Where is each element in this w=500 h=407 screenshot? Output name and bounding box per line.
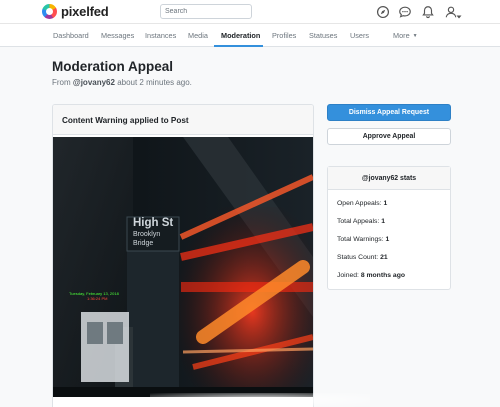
chat-bubble-icon[interactable] <box>398 5 412 19</box>
approve-appeal-button[interactable]: Approve Appeal <box>327 128 451 145</box>
user-stats-card: @jovany62 stats Open Appeals: 1 Total Ap… <box>327 166 451 290</box>
brand-name[interactable]: pixelfed <box>61 4 109 19</box>
stat-joined: Joined: 8 months ago <box>337 272 405 279</box>
subway-photo: Tuesday, February 13, 2018 1:36:24 PM <box>53 137 313 397</box>
tab-media[interactable]: Media <box>188 31 208 40</box>
post-card: Content Warning applied to Post Tuesday,… <box>52 104 314 407</box>
sign-line-1: High St <box>133 217 174 229</box>
compass-icon[interactable] <box>376 5 390 19</box>
pixelfed-logo-icon[interactable] <box>42 4 57 19</box>
stat-label: Total Appeals: <box>337 218 380 225</box>
stat-label: Open Appeals: <box>337 200 382 207</box>
subtitle-prefix: From <box>52 78 71 87</box>
tab-instances[interactable]: Instances <box>145 31 176 40</box>
page-title: Moderation Appeal <box>52 59 174 74</box>
tab-dashboard[interactable]: Dashboard <box>53 31 89 40</box>
stat-value: 1 <box>383 200 388 207</box>
bottom-fade-overlay <box>150 393 370 407</box>
stat-total-appeals: Total Appeals: 1 <box>337 218 385 225</box>
appeal-username-link[interactable]: @jovany62 <box>73 78 115 87</box>
bell-icon[interactable] <box>421 5 435 19</box>
stat-status-count: Status Count: 21 <box>337 254 388 261</box>
caret-down-icon[interactable] <box>455 8 463 19</box>
post-card-title: Content Warning applied to Post <box>62 116 189 125</box>
stats-card-title: @jovany62 stats <box>328 167 450 190</box>
post-image[interactable]: Tuesday, February 13, 2018 1:36:24 PM Hi… <box>53 137 313 397</box>
stat-label: Joined: <box>337 272 359 279</box>
stat-value: 21 <box>380 254 388 261</box>
active-tab-indicator <box>214 45 263 47</box>
caret-down-icon: ▼ <box>412 33 418 40</box>
top-navbar: pixelfed <box>0 0 500 24</box>
search-input[interactable] <box>160 4 252 19</box>
stat-value: 1 <box>385 236 390 243</box>
page-subtitle: From @jovany62 about 2 minutes ago. <box>52 78 192 87</box>
stat-total-warnings: Total Warnings: 1 <box>337 236 389 243</box>
sign-line-2: Brooklyn <box>133 231 161 238</box>
stat-open-appeals: Open Appeals: 1 <box>337 200 387 207</box>
tab-statuses[interactable]: Statuses <box>309 31 337 40</box>
tab-moderation[interactable]: Moderation <box>221 31 260 40</box>
admin-subnav: Dashboard Messages Instances Media Moder… <box>0 24 500 47</box>
tab-more-label: More <box>393 31 410 40</box>
stat-label: Status Count: <box>337 254 379 261</box>
stat-value: 8 months ago <box>360 272 405 279</box>
svg-text:1:36:24 PM: 1:36:24 PM <box>87 296 107 301</box>
post-card-header: Content Warning applied to Post <box>53 105 313 135</box>
stat-value: 1 <box>381 218 385 225</box>
tab-users[interactable]: Users <box>350 31 369 40</box>
subtitle-time: about 2 minutes ago. <box>117 78 192 87</box>
tab-profiles[interactable]: Profiles <box>272 31 296 40</box>
stat-label: Total Warnings: <box>337 236 384 243</box>
tab-more[interactable]: More ▼ <box>393 31 418 40</box>
tab-messages[interactable]: Messages <box>101 31 134 40</box>
sign-line-3: Bridge <box>133 240 154 247</box>
dismiss-appeal-button[interactable]: Dismiss Appeal Request <box>327 104 451 121</box>
